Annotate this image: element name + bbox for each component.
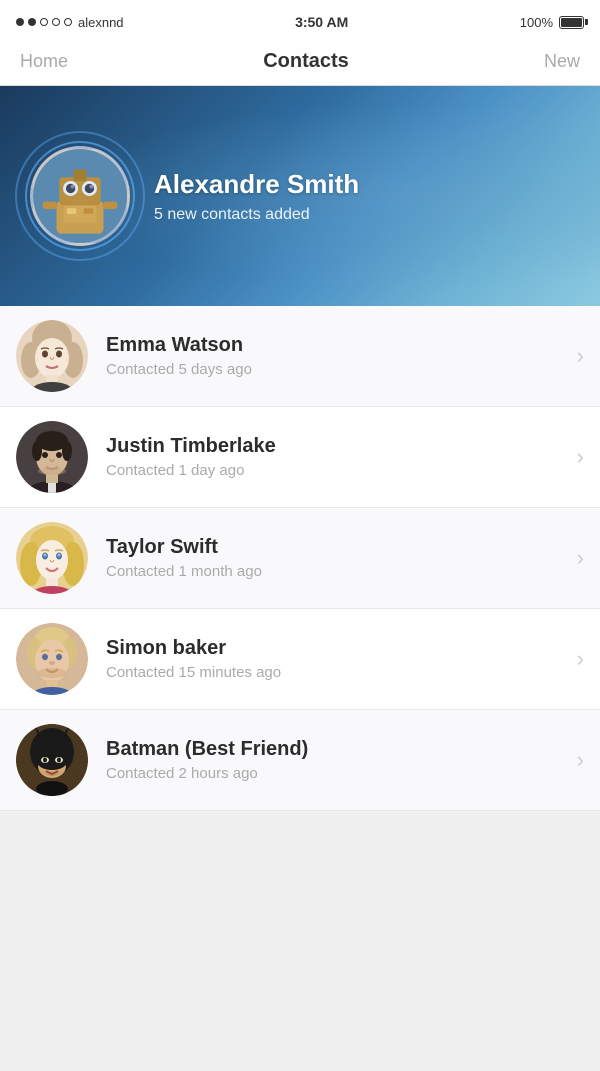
hero-info: Alexandre Smith 5 new contacts added — [154, 169, 359, 224]
hero-avatar-svg — [33, 149, 127, 243]
chevron-icon: › — [577, 444, 584, 470]
contact-time: Contacted 2 hours ago — [106, 765, 567, 782]
hero-banner: Alexandre Smith 5 new contacts added — [0, 86, 600, 306]
contact-time: Contacted 1 month ago — [106, 563, 567, 580]
contact-info-taylor: Taylor Swift Contacted 1 month ago — [106, 536, 567, 580]
signal-dot-1 — [16, 18, 24, 26]
contact-time: Contacted 5 days ago — [106, 361, 567, 378]
contact-avatar-simon — [16, 623, 88, 695]
new-button[interactable]: New — [544, 51, 580, 72]
contact-list: Emma Watson Contacted 5 days ago › — [0, 306, 600, 811]
contact-info-emma: Emma Watson Contacted 5 days ago — [106, 334, 567, 378]
contact-info-simon: Simon baker Contacted 15 minutes ago — [106, 637, 567, 681]
chevron-icon: › — [577, 343, 584, 369]
contact-item[interactable]: Simon baker Contacted 15 minutes ago › — [0, 609, 600, 710]
contact-info-batman: Batman (Best Friend) Contacted 2 hours a… — [106, 738, 567, 782]
signal-dot-5 — [64, 18, 72, 26]
status-left: alexnnd — [16, 15, 124, 30]
contact-item[interactable]: Batman (Best Friend) Contacted 2 hours a… — [0, 710, 600, 811]
hero-subtitle: 5 new contacts added — [154, 206, 359, 224]
contact-item[interactable]: Emma Watson Contacted 5 days ago › — [0, 306, 600, 407]
status-right: 100% — [520, 15, 584, 30]
status-bar: alexnnd 3:50 AM 100% — [0, 0, 600, 40]
contact-avatar-emma — [16, 320, 88, 392]
signal-dot-2 — [28, 18, 36, 26]
battery-percent: 100% — [520, 15, 553, 30]
carrier-name: alexnnd — [78, 15, 124, 30]
hero-name: Alexandre Smith — [154, 169, 359, 200]
contact-name: Taylor Swift — [106, 536, 567, 559]
battery-body — [559, 16, 584, 29]
nav-bar: Home Contacts New — [0, 40, 600, 86]
signal-dot-3 — [40, 18, 48, 26]
contact-time: Contacted 1 day ago — [106, 462, 567, 479]
chevron-icon: › — [577, 747, 584, 773]
contact-name: Simon baker — [106, 637, 567, 660]
contact-name: Justin Timberlake — [106, 435, 567, 458]
page-title: Contacts — [263, 50, 349, 73]
battery-icon — [559, 16, 584, 29]
contact-item[interactable]: Justin Timberlake Contacted 1 day ago › — [0, 407, 600, 508]
contact-time: Contacted 15 minutes ago — [106, 664, 567, 681]
chevron-icon: › — [577, 646, 584, 672]
home-button[interactable]: Home — [20, 51, 68, 72]
contact-name: Batman (Best Friend) — [106, 738, 567, 761]
status-time: 3:50 AM — [295, 14, 348, 30]
contact-name: Emma Watson — [106, 334, 567, 357]
signal-dots — [16, 18, 72, 26]
contact-info-justin: Justin Timberlake Contacted 1 day ago — [106, 435, 567, 479]
chevron-icon: › — [577, 545, 584, 571]
hero-avatar-container — [30, 146, 130, 246]
hero-avatar[interactable] — [30, 146, 130, 246]
contact-item[interactable]: Taylor Swift Contacted 1 month ago › — [0, 508, 600, 609]
contact-avatar-justin — [16, 421, 88, 493]
contact-avatar-batman — [16, 724, 88, 796]
signal-dot-4 — [52, 18, 60, 26]
contact-avatar-taylor — [16, 522, 88, 594]
battery-fill — [561, 18, 582, 27]
